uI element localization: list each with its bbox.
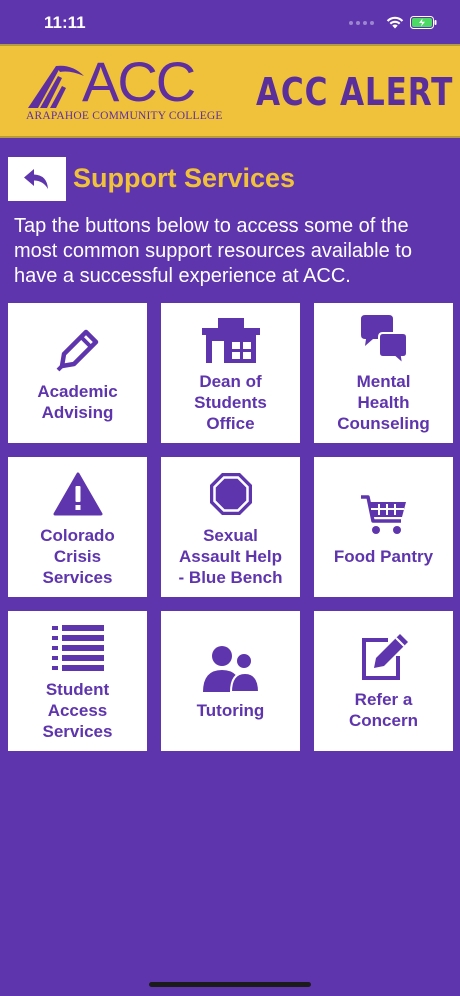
status-icons [349,16,438,29]
services-grid: Academic Advising Dean of Students Offic… [8,303,453,751]
warning-icon [53,467,103,521]
shopping-cart-icon [359,488,409,542]
acc-alert-banner: ACC ARAPAHOE COMMUNITY COLLEGE ACC ALERT [0,44,460,138]
speech-bubbles-icon [357,313,411,367]
logo-acc-text: ACC [82,50,196,113]
acc-logo-mark-icon [28,65,84,108]
intro-text: Tap the buttons below to access some of … [14,215,412,287]
acc-logo: ACC ARAPAHOE COMMUNITY COLLEGE [26,54,222,128]
food-pantry-button[interactable]: Food Pantry [314,457,453,597]
people-icon [201,642,261,696]
tile-label: Mental Health Counseling [337,371,430,433]
tile-label: Sexual Assault Help - Blue Bench [178,525,283,587]
octagon-icon [208,467,254,521]
academic-advising-button[interactable]: Academic Advising [8,303,147,443]
dean-of-students-office-button[interactable]: Dean of Students Office [161,303,300,443]
app-title: ACC ALERT [256,70,454,114]
back-button[interactable] [8,157,66,201]
mental-health-counseling-button[interactable]: Mental Health Counseling [314,303,453,443]
signal-icon [349,20,374,25]
tile-label: Tutoring [196,700,265,720]
wifi-icon [386,16,404,29]
status-time: 11:11 [44,13,86,32]
sexual-assault-help-button[interactable]: Sexual Assault Help - Blue Bench [161,457,300,597]
status-bar: 11:11 [0,0,460,44]
building-icon [200,313,262,367]
tile-label: Academic Advising [37,382,118,422]
list-icon [51,621,104,675]
logo-subtitle: ARAPAHOE COMMUNITY COLLEGE [26,110,223,122]
pencil-icon [56,323,100,377]
home-indicator[interactable] [149,982,311,987]
tile-label: Colorado Crisis Services [40,525,115,587]
edit-checkbox-icon [358,631,410,685]
page-title: Support Services [73,163,296,193]
battery-icon [410,16,437,29]
tile-label: Dean of Students Office [194,371,267,433]
student-access-services-button[interactable]: Student Access Services [8,611,147,751]
back-arrow-icon [24,169,48,189]
colorado-crisis-services-button[interactable]: Colorado Crisis Services [8,457,147,597]
tile-label: Food Pantry [333,546,434,566]
refer-a-concern-button[interactable]: Refer a Concern [314,611,453,751]
tile-label: Refer a Concern [349,690,418,730]
tile-label: Student Access Services [42,679,113,741]
tutoring-button[interactable]: Tutoring [161,611,300,751]
